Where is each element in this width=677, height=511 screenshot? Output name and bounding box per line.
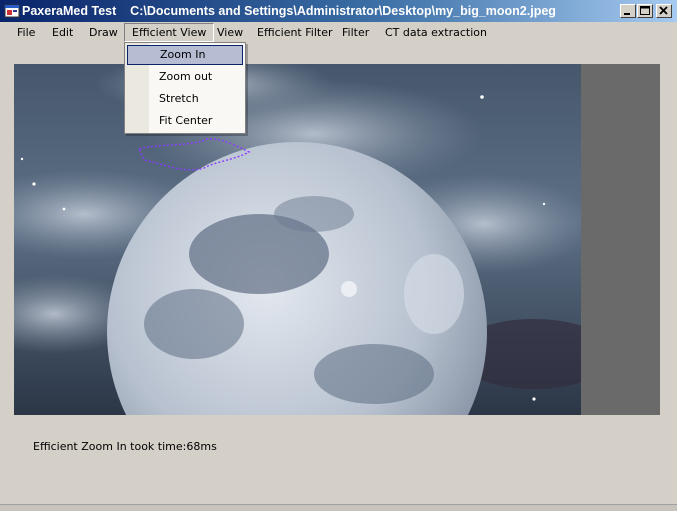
moon-image [14, 64, 581, 415]
title-bar[interactable]: PaxeraMed Test C:\Documents and Settings… [0, 0, 677, 22]
maximize-button[interactable] [637, 4, 653, 18]
minimize-button[interactable] [620, 4, 636, 18]
menu-item-zoom-in[interactable]: Zoom In [127, 45, 243, 65]
image-viewport[interactable] [14, 64, 660, 415]
window-title: PaxeraMed Test C:\Documents and Settings… [22, 4, 556, 18]
menu-draw[interactable]: Draw [82, 23, 125, 42]
menu-efficient-filter[interactable]: Efficient Filter [250, 23, 339, 42]
status-text: Efficient Zoom In took time:68ms [33, 440, 217, 453]
efficient-view-dropdown: Zoom In Zoom out Stretch Fit Center [124, 42, 246, 134]
close-icon [659, 6, 668, 15]
menu-ct-data-extraction[interactable]: CT data extraction [378, 23, 494, 42]
maximize-icon [640, 6, 650, 15]
menu-bar: File Edit Draw Efficient View View Effic… [0, 22, 677, 43]
menu-file[interactable]: File [10, 23, 42, 42]
minimize-icon [624, 13, 630, 15]
close-button[interactable] [656, 4, 672, 18]
menu-item-zoom-out[interactable]: Zoom out [127, 67, 243, 87]
menu-item-fit-center[interactable]: Fit Center [127, 111, 243, 131]
app-icon [4, 3, 20, 19]
menu-filter[interactable]: Filter [335, 23, 376, 42]
menu-edit[interactable]: Edit [45, 23, 80, 42]
menu-item-stretch[interactable]: Stretch [127, 89, 243, 109]
menu-view[interactable]: View [210, 23, 250, 42]
menu-efficient-view[interactable]: Efficient View [124, 23, 215, 42]
